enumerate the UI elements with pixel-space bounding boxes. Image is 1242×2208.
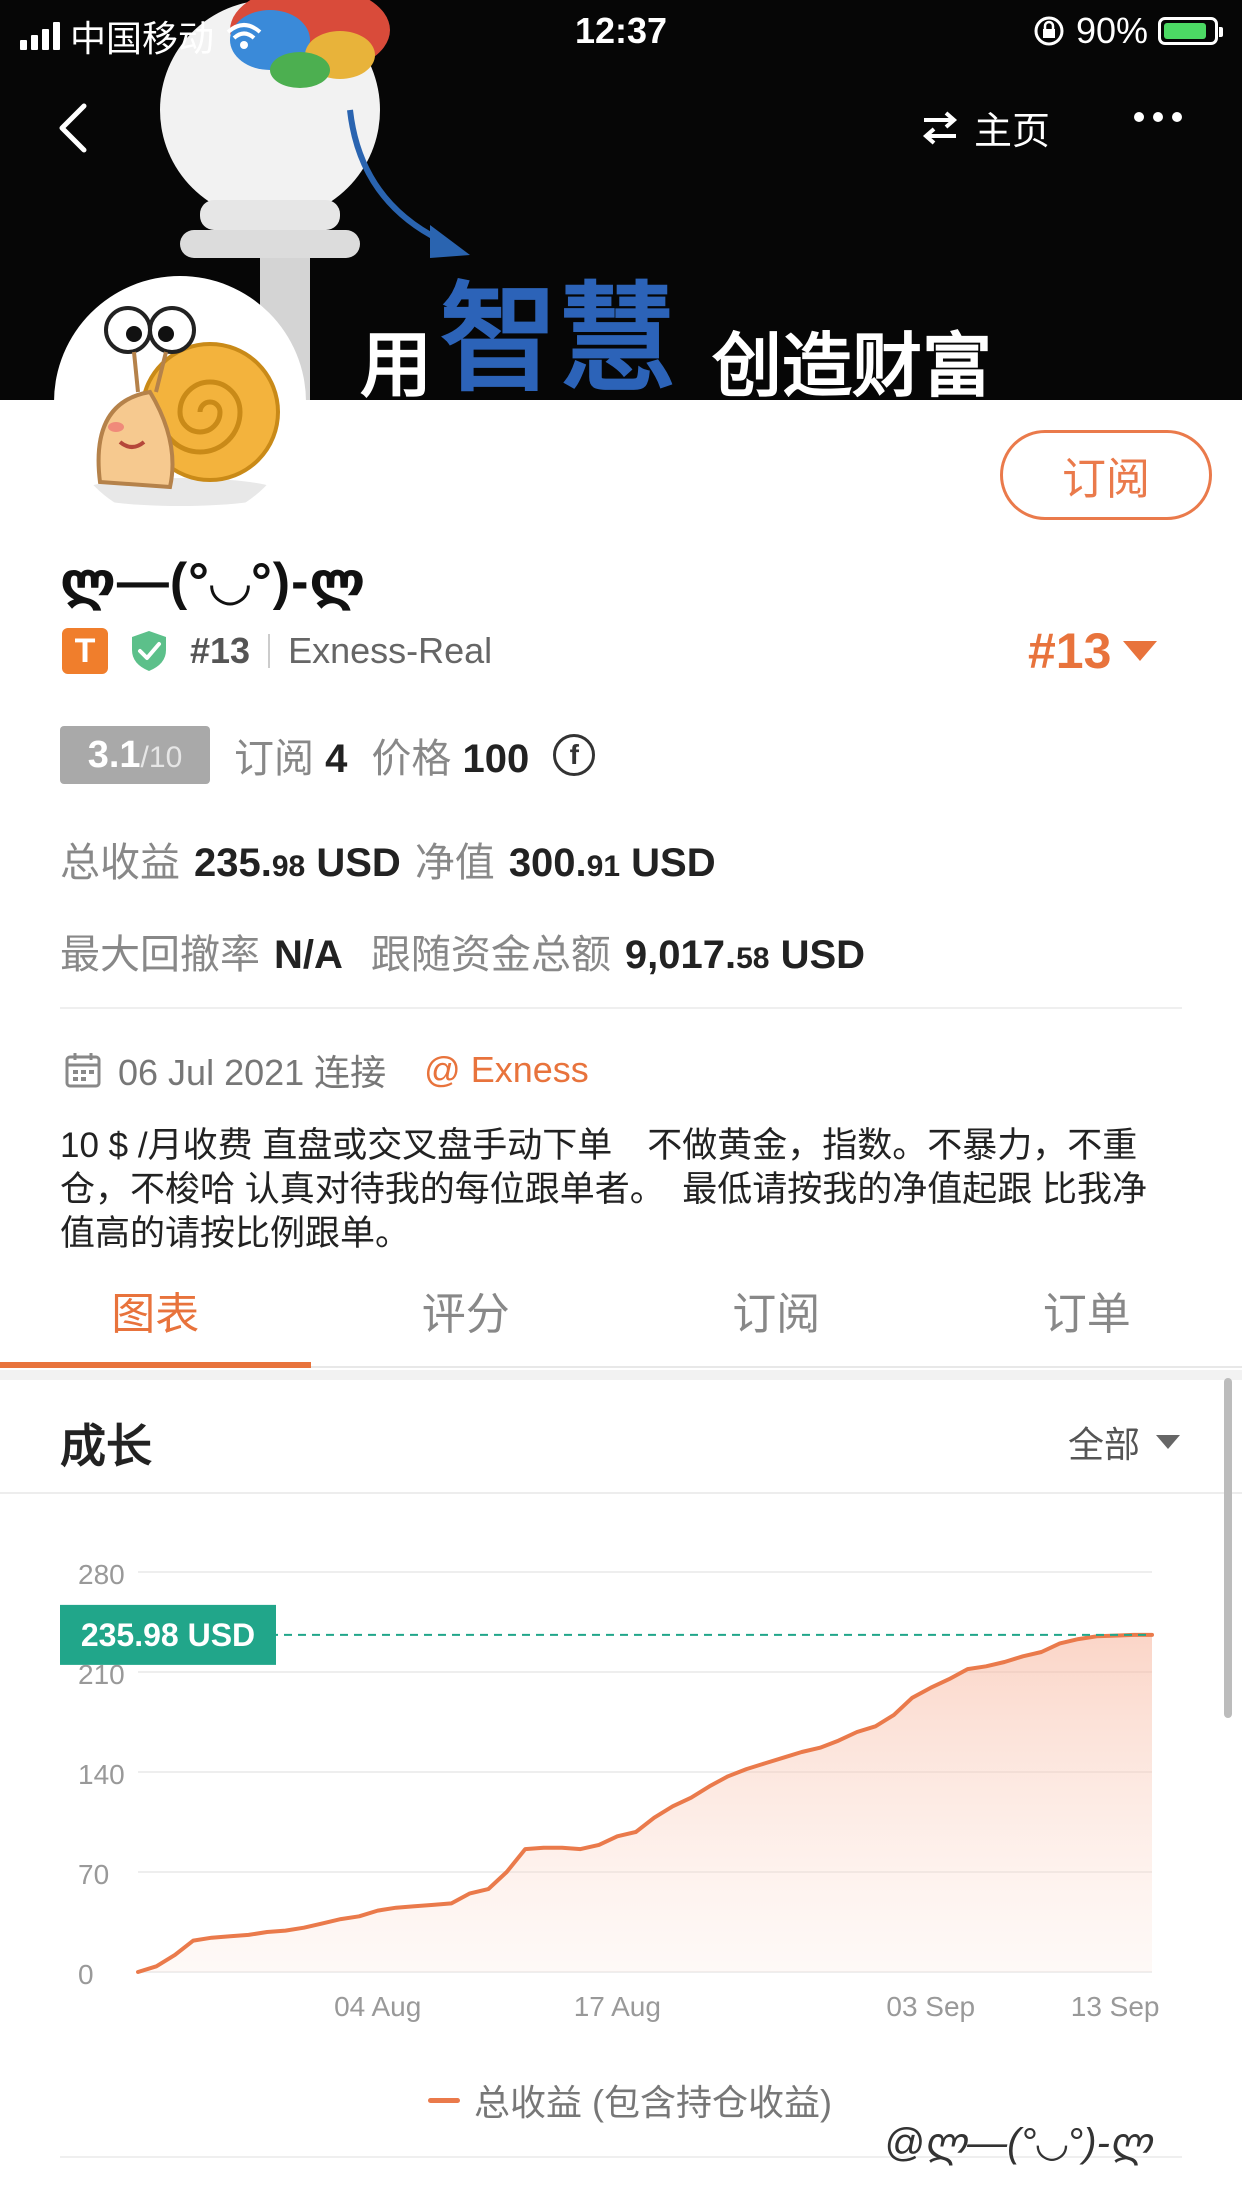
divider [268, 634, 271, 668]
chart-legend: 总收益 (包含持仓收益) [428, 2074, 832, 2126]
max-drawdown-label: 最大回撤率 [60, 933, 260, 977]
x-tick-label: 13 Sep [1071, 1991, 1160, 2022]
current-value-label: 235.98 USD [81, 1617, 255, 1653]
avatar[interactable] [60, 282, 300, 522]
connect-date: 06 Jul 2021 连接 [118, 1052, 387, 1093]
range-dropdown[interactable]: 全部 [1068, 1416, 1181, 1468]
caret-down-icon [1156, 1435, 1181, 1449]
score-max: /10 [140, 741, 183, 774]
y-tick-label: 280 [78, 1559, 125, 1590]
stats-row-1: 3.1 /10 订阅 4 价格 100 f [60, 726, 596, 784]
growth-chart: 07014021028004 Aug 17 Aug 03 Sep 13 Sep235.… [60, 1559, 1160, 2022]
connect-info: 06 Jul 2021 连接 @ Exness [64, 1044, 589, 1096]
range-dropdown-label: 全部 [1068, 1424, 1141, 1465]
score-value: 3.1 [87, 734, 141, 776]
x-tick-label: 03 Sep [886, 1991, 975, 2022]
x-tick-label: 04 Aug [334, 1991, 421, 2022]
username: ლ—(°◡°)-ლ [60, 553, 367, 611]
subscriptions-label: 订阅 [234, 737, 314, 781]
broker-account: Exness-Real [288, 630, 493, 671]
y-tick-label: 0 [78, 1959, 94, 1990]
subscribe-button[interactable]: 订阅 [1000, 430, 1212, 520]
more-options-icon[interactable] [1134, 112, 1182, 122]
follow-funds-value: 9,017.58 USD [624, 933, 866, 977]
follow-funds-label: 跟随资金总额 [370, 933, 611, 977]
score-badge: 3.1 /10 [60, 726, 210, 784]
watermark: @ლ—(°◡°)-ლ [884, 2121, 1153, 2165]
caret-down-icon [1123, 641, 1158, 661]
stats-row-3: 最大回撤率 N/A 跟随资金总额 9,017.58 USD [60, 922, 865, 980]
banner-slogan-pre: 用 [360, 323, 432, 400]
coin-icon: f [553, 734, 596, 776]
back-arrow-icon[interactable] [52, 98, 96, 158]
series-area [138, 1634, 1152, 1972]
total-profit-value: 235.98 USD [194, 841, 401, 885]
home-label: 主页 [974, 111, 1051, 153]
status-bar: 中国移动 12:37 90% [0, 0, 1242, 62]
banner-slogan-main: 智慧 [440, 270, 676, 400]
badge-row: T #13 Exness-Real [62, 628, 492, 674]
section-title: 成长 [60, 1420, 152, 1472]
rank-dropdown[interactable]: #13 [1028, 622, 1158, 680]
y-tick-label: 140 [78, 1759, 125, 1790]
equity-value: 300.91 USD [508, 841, 716, 885]
tab-rating[interactable]: 评分 [311, 1268, 622, 1366]
tab-chart[interactable]: 图表 [0, 1268, 311, 1368]
home-button[interactable]: 主页 [920, 100, 1050, 155]
y-tick-label: 70 [78, 1859, 109, 1890]
battery-percent: 90% [1075, 10, 1148, 51]
verified-shield-icon [132, 631, 166, 671]
swap-icon [922, 110, 958, 145]
legend-swatch [428, 2097, 460, 2103]
max-drawdown-value: N/A [274, 933, 343, 977]
total-profit-label: 总收益 [60, 841, 180, 885]
stats-row-2: 总收益 235.98 USD 净值 300.91 USD [60, 830, 716, 888]
rank-label: #13 [190, 630, 251, 671]
orientation-lock-icon [1034, 16, 1064, 46]
profile-bio: 10 $ /月收费 直盘或交叉盘手动下单 不做黄金，指数。不暴力，不重仓，不梭哈… [60, 1126, 1147, 1253]
rank-dropdown-label: #13 [1028, 623, 1112, 679]
growth-section-header: 成长 全部 [0, 1380, 1242, 1494]
tab-subscriptions[interactable]: 订阅 [621, 1268, 932, 1366]
price-label: 价格 [371, 737, 452, 781]
subscriptions-value: 4 [325, 737, 348, 781]
section-gap [0, 1370, 1242, 1380]
calendar-icon [65, 1053, 101, 1088]
price-value: 100 [462, 737, 530, 781]
banner-slogan-post: 创造财富 [711, 325, 992, 400]
divider [60, 1007, 1182, 1009]
broker-link[interactable]: @ Exness [424, 1049, 589, 1091]
snail-avatar-image [60, 282, 300, 522]
equity-label: 净值 [414, 841, 495, 885]
battery-icon [1158, 17, 1223, 45]
tab-orders[interactable]: 订单 [932, 1268, 1242, 1366]
x-tick-label: 17 Aug [574, 1991, 661, 2022]
tab-bar: 图表 评分 订阅 订单 [0, 1268, 1242, 1368]
trader-level-badge: T [62, 628, 108, 674]
legend-label: 总收益 (包含持仓收益) [474, 2082, 832, 2123]
